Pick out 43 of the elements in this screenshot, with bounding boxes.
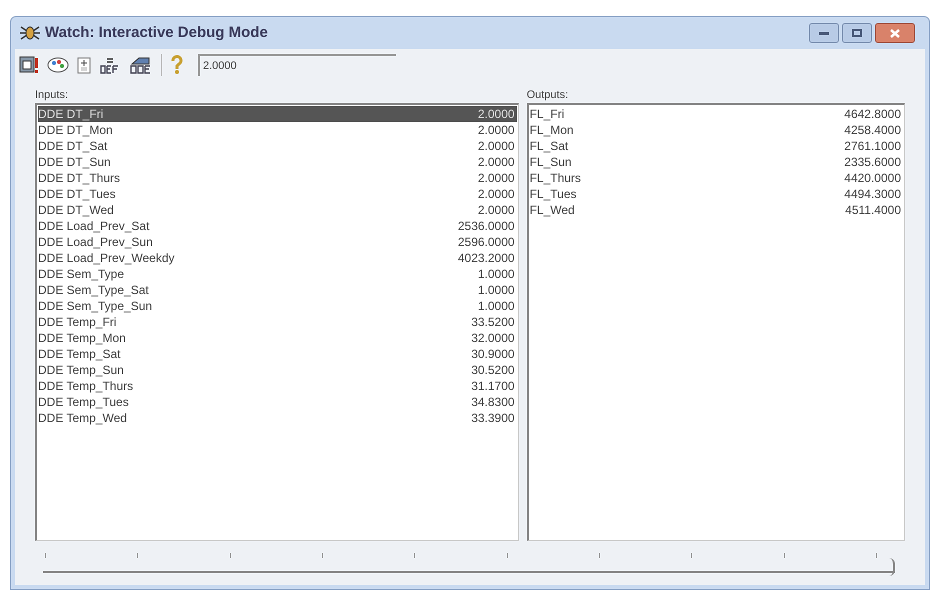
list-row[interactable]: DDE Temp_Wed 33.3900 (38, 410, 517, 426)
list-row[interactable]: DDE DT_Thurs 2.0000 (38, 170, 517, 186)
maximize-button[interactable] (842, 23, 872, 43)
list-row[interactable]: DDE Temp_Mon 32.0000 (38, 330, 517, 346)
inputs-label: Inputs: (35, 88, 70, 103)
list-row[interactable]: DDE DT_Tues 2.0000 (38, 186, 517, 202)
list-row[interactable]: DDE Sem_Type_Sun 1.0000 (38, 298, 517, 314)
window-icon[interactable] (19, 56, 39, 74)
list-row[interactable]: DDE Sem_Type 1.0000 (38, 266, 517, 282)
list-row[interactable]: FL_Thurs 4420.0000 (530, 170, 903, 186)
palette-icon[interactable] (47, 57, 69, 73)
minimize-icon (819, 32, 829, 34)
close-button[interactable] (875, 23, 915, 43)
list-row[interactable]: DDE Sem_Type_Sat 1.0000 (38, 282, 517, 298)
maximize-icon (852, 29, 862, 37)
list-row[interactable]: FL_Tues 4494.3000 (530, 186, 903, 202)
list-row[interactable]: DDE Temp_Thurs 31.1700 (38, 378, 517, 394)
outputs-label: Outputs: (526, 88, 570, 103)
list-row[interactable]: DDE DT_Sun 2.0000 (38, 154, 517, 170)
list-row[interactable]: FL_Wed 4511.4000 (530, 202, 903, 218)
list-row[interactable]: DDE DT_Fri 2.0000 (38, 106, 517, 122)
list-row[interactable]: FL_Sat 2761.1000 (530, 138, 903, 154)
list-row[interactable]: FL_Fri 4642.8000 (530, 106, 903, 122)
window-title: Watch: Interactive Debug Mode (45, 22, 268, 43)
list-row[interactable]: FL_Mon 4258.4000 (530, 122, 903, 138)
list-row[interactable]: DDE DT_Sat 2.0000 (38, 138, 517, 154)
list-row[interactable]: DDE Temp_Sun 30.5200 (38, 362, 517, 378)
dde-icon[interactable] (129, 56, 153, 74)
def-icon[interactable] (99, 56, 121, 74)
value-field[interactable]: 2.0000 (198, 54, 396, 76)
minimize-button[interactable] (809, 23, 839, 43)
list-row[interactable]: DDE Load_Prev_Sat 2536.0000 (38, 218, 517, 234)
close-icon (890, 28, 900, 38)
list-row[interactable]: DDE Temp_Fri 33.5200 (38, 314, 517, 330)
list-row[interactable]: DDE Load_Prev_Sun 2596.0000 (38, 234, 517, 250)
list-row[interactable]: DDE DT_Mon 2.0000 (38, 122, 517, 138)
list-row[interactable]: FL_Sun 2335.6000 (530, 154, 903, 170)
list-row[interactable]: DDE DT_Wed 2.0000 (38, 202, 517, 218)
document-icon[interactable] (77, 56, 91, 74)
bug-icon (19, 24, 41, 42)
list-row[interactable]: DDE Temp_Sat 30.9000 (38, 346, 517, 362)
list-row[interactable]: DDE Temp_Tues 34.8300 (38, 394, 517, 410)
list-row[interactable]: DDE Load_Prev_Weekdy 4023.2000 (38, 250, 517, 266)
